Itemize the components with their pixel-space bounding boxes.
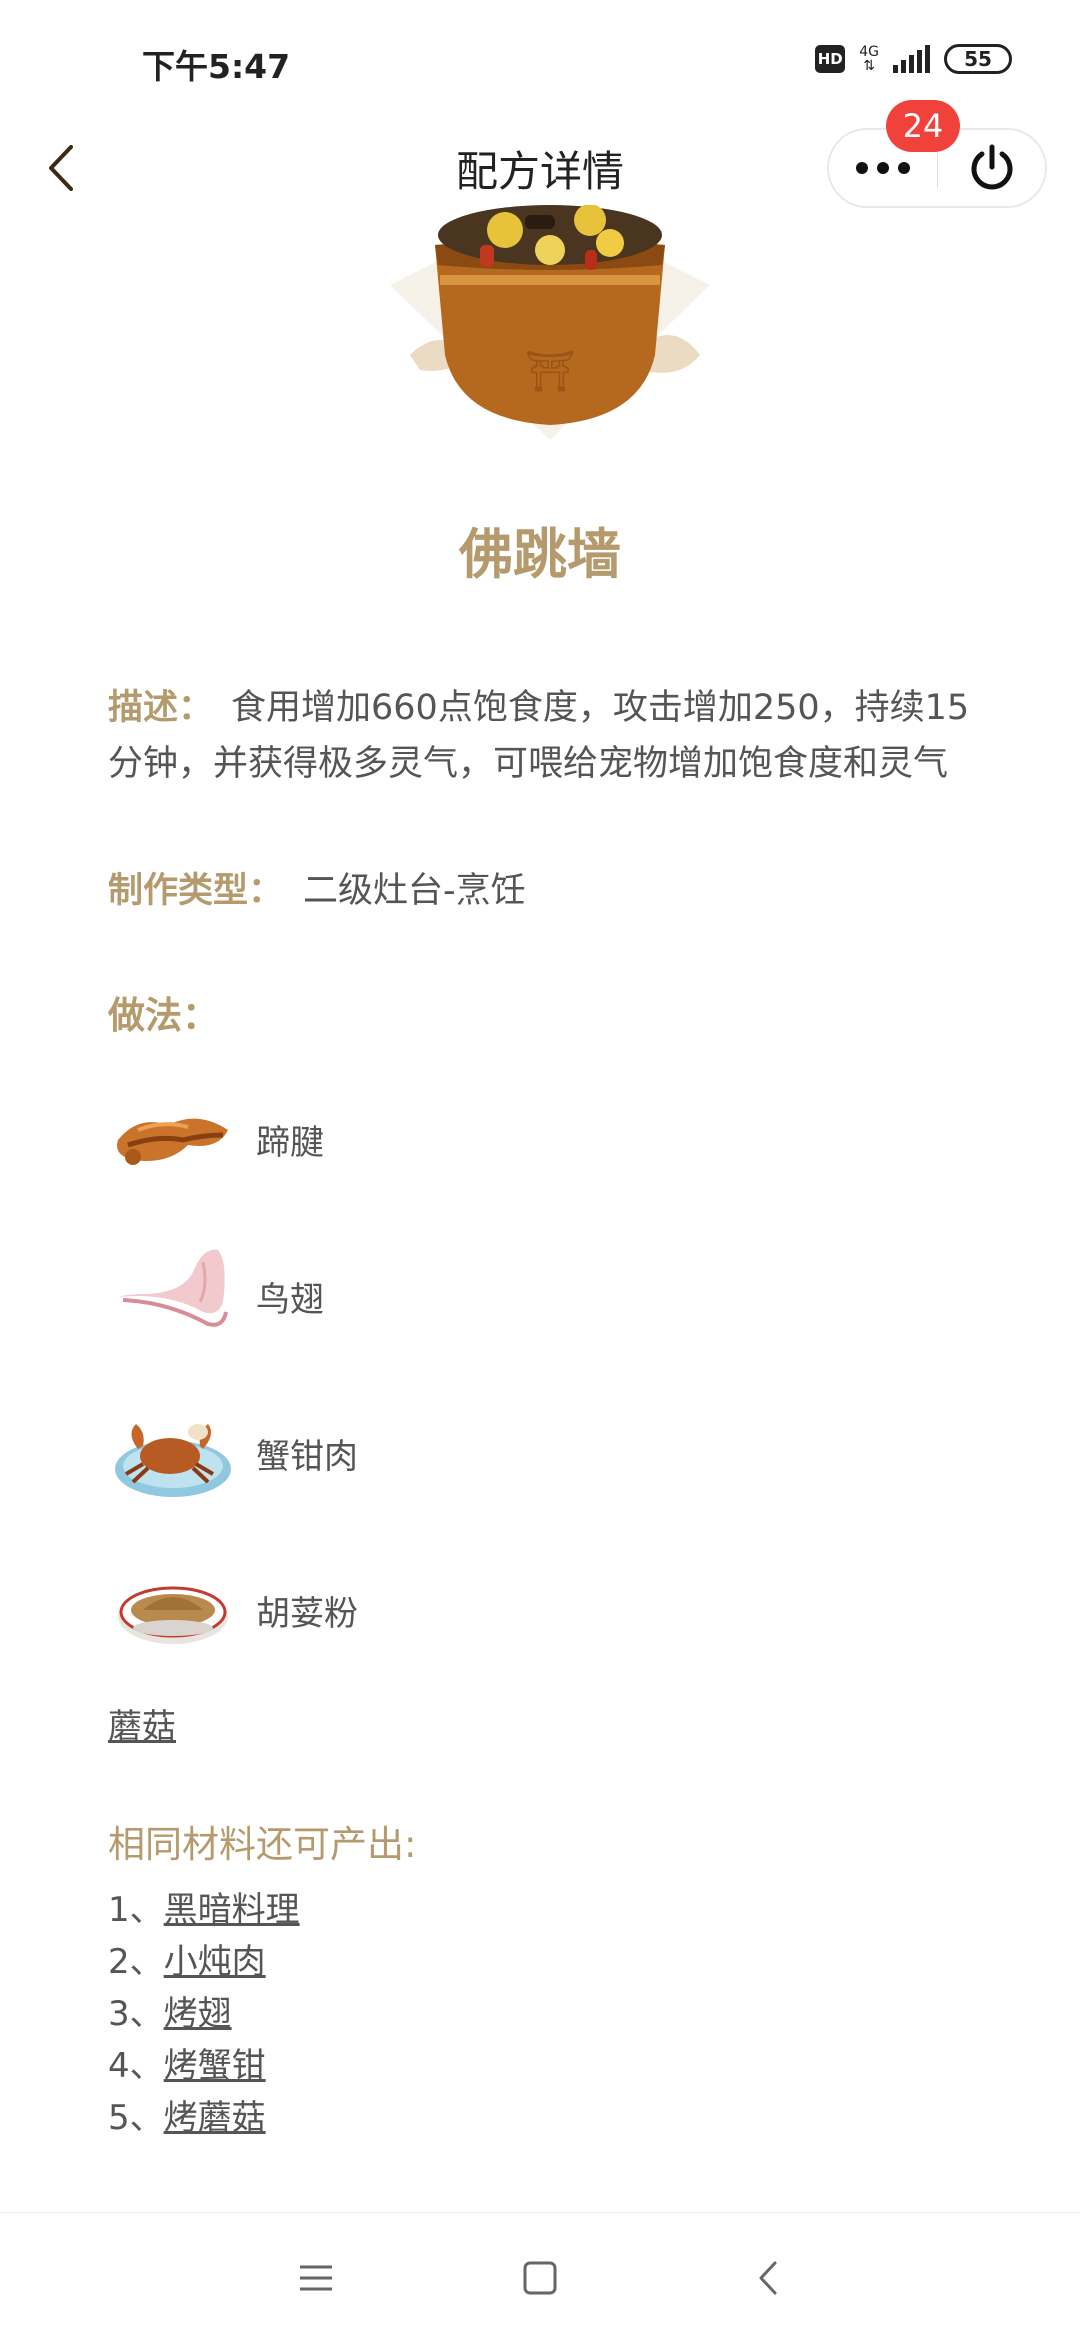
same-materials-title: 相同材料还可产出: xyxy=(108,1823,417,1866)
ingredient-list: 蹄腱 鸟翅 蟹钳肉 胡荽粉 xyxy=(108,1061,980,1689)
list-item: 1、黑暗料理 xyxy=(108,1884,980,1936)
list-index: 4、 xyxy=(108,2046,164,2086)
mushroom-link[interactable]: 蘑菇 xyxy=(108,1699,176,1748)
list-index: 1、 xyxy=(108,1890,164,1930)
description-text: 食用增加660点饱食度，攻击增加250，持续15分钟，并获得极多灵气，可喂给宠物… xyxy=(108,688,970,784)
ingredient-name: 胡荽粉 xyxy=(256,1594,358,1634)
description-label: 描述： xyxy=(108,688,214,728)
tendon-icon xyxy=(108,1085,238,1195)
list-index: 5、 xyxy=(108,2098,164,2138)
description: 描述： 食用增加660点饱食度，攻击增加250，持续15分钟，并获得极多灵气，可喂… xyxy=(108,680,980,792)
chevron-left-icon xyxy=(759,2261,777,2295)
battery-icon: 55 xyxy=(944,44,1012,74)
ingredient-name: 鸟翅 xyxy=(256,1280,324,1320)
network-indicator: 4G ⇅ xyxy=(859,45,879,73)
menu-icon xyxy=(300,2265,332,2291)
recipe-content: 描述： 食用增加660点饱食度，攻击增加250，持续15分钟，并获得极多灵气，可喂… xyxy=(108,680,980,2144)
ingredient-item[interactable]: 蹄腱 xyxy=(108,1061,980,1218)
home-button[interactable] xyxy=(500,2243,580,2313)
dish-name: 佛跳墙 xyxy=(459,523,621,586)
product-link[interactable]: 烤翅 xyxy=(164,1994,232,2034)
list-item: 3、烤翅 xyxy=(108,1988,980,2040)
list-index: 3、 xyxy=(108,1994,164,2034)
make-type-value: 二级灶台-烹饪 xyxy=(303,871,526,911)
dish-image: ⛩ xyxy=(380,204,720,445)
product-link[interactable]: 烤蟹钳 xyxy=(164,2046,266,2086)
battery-level: 55 xyxy=(964,47,992,71)
make-type: 制作类型： 二级灶台-烹饪 xyxy=(108,862,980,913)
network-type: 4G xyxy=(859,44,879,60)
product-link[interactable]: 烤蘑菇 xyxy=(164,2098,266,2138)
system-nav-bar xyxy=(0,2212,1080,2340)
product-link[interactable]: 黑暗料理 xyxy=(164,1890,300,1930)
menu-button[interactable] xyxy=(276,2243,356,2313)
wing-icon xyxy=(108,1242,238,1352)
power-icon xyxy=(971,144,1012,190)
ingredient-item[interactable]: 蟹钳肉 xyxy=(108,1375,980,1532)
status-icons: HD 4G ⇅ 55 xyxy=(815,44,1012,74)
hd-icon: HD xyxy=(815,45,846,73)
list-item: 2、小炖肉 xyxy=(108,1936,980,1988)
data-arrows-icon: ⇅ xyxy=(863,58,875,74)
make-type-label: 制作类型： xyxy=(108,871,284,911)
spice-bowl-icon xyxy=(108,1556,238,1666)
product-link[interactable]: 小炖肉 xyxy=(164,1942,266,1982)
list-item: 4、烤蟹钳 xyxy=(108,2040,980,2092)
ingredient-item[interactable]: 胡荽粉 xyxy=(108,1532,980,1689)
list-index: 2、 xyxy=(108,1942,164,1982)
ingredient-item[interactable]: 鸟翅 xyxy=(108,1218,980,1375)
notification-badge: 24 xyxy=(886,100,960,152)
svg-text:⛩: ⛩ xyxy=(525,349,576,395)
more-icon xyxy=(856,162,910,174)
nav-back-button[interactable] xyxy=(728,2243,808,2313)
method-label: 做法： xyxy=(108,994,219,1037)
ingredient-name: 蹄腱 xyxy=(256,1123,324,1163)
list-item: 5、烤蘑菇 xyxy=(108,2092,980,2144)
home-square-icon xyxy=(523,2261,557,2295)
dish-pot-icon: ⛩ xyxy=(390,204,710,440)
crab-icon xyxy=(108,1399,238,1509)
signal-icon xyxy=(893,45,930,73)
status-time: 下午5:47 xyxy=(142,47,291,86)
ingredient-name: 蟹钳肉 xyxy=(256,1437,358,1477)
product-list: 1、黑暗料理 2、小炖肉 3、烤翅 4、烤蟹钳 5、烤蘑菇 xyxy=(108,1884,980,2144)
